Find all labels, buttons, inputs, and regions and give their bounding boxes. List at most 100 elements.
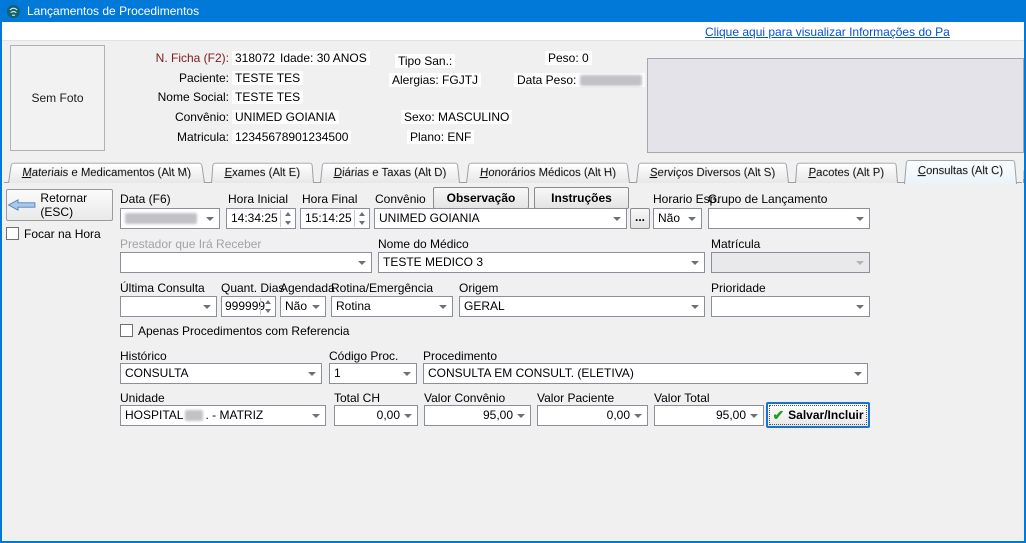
prestador-label: Prestador que Irá Receber [120, 237, 261, 251]
convenio-select[interactable]: UNIMED GOIANIA [374, 208, 627, 229]
observacao-button[interactable]: Observação [433, 187, 529, 209]
checkbox-box[interactable] [6, 227, 19, 240]
salvar-incluir-button[interactable]: ✔ Salvar/Incluir [766, 402, 870, 428]
procedimento-value: CONSULTA EM CONSULT. (ELETIVA) [428, 366, 634, 380]
observations-panel [647, 58, 1024, 153]
ultima-consulta-select[interactable] [120, 296, 217, 317]
chevron-down-icon [750, 414, 758, 418]
prioridade-select[interactable] [711, 296, 870, 317]
check-icon: ✔ [772, 408, 784, 422]
agendada-select[interactable]: Não [280, 296, 326, 317]
spinner-buttons[interactable] [354, 210, 368, 227]
patient-convenio-row: Convênio: UNIMED GOIANIA [102, 110, 339, 124]
instrucoes-button[interactable]: Instruções [534, 187, 629, 209]
spinner-buttons[interactable] [260, 298, 274, 315]
patient-social-row: Nome Social: TESTE TES [102, 90, 303, 104]
tab-materiais-medicamentos[interactable]: Materiais e Medicamentos (Alt M) [8, 163, 205, 183]
spinner-down-icon[interactable] [285, 221, 291, 225]
peso-label: Peso: [548, 51, 579, 65]
patient-alergias: Alergias: FGJTJ [389, 73, 481, 87]
apenas-referencia-checkbox[interactable]: Apenas Procedimentos com Referencia [120, 324, 349, 338]
nome-social-label: Nome Social: [102, 90, 232, 104]
valor-convenio-field[interactable]: 95,00 [424, 405, 531, 426]
rotina-emergencia-select[interactable]: Rotina [331, 296, 453, 317]
unidade-value-suffix: . - MATRIZ [205, 408, 263, 422]
retornar-button[interactable]: Retornar (ESC) [6, 189, 113, 221]
retornar-label: Retornar (ESC) [40, 191, 112, 219]
grupo-lancamento-select[interactable] [708, 208, 870, 229]
valor-total-field[interactable]: 95,00 [654, 405, 764, 426]
patient-panel: Sem Foto N. Ficha (F2): 318072 Paciente:… [2, 41, 1024, 157]
patient-info-link[interactable]: Clique aqui para visualizar Informações … [705, 25, 950, 39]
hora-inicial-spinner[interactable]: 14:34:25 [226, 208, 296, 229]
patient-matricula-row: Matricula: 12345678901234500 [102, 130, 351, 144]
historico-label: Histórico [120, 349, 167, 363]
quant-dias-label: Quant. Dias [221, 281, 284, 295]
idade-label: Idade: [280, 51, 313, 65]
patient-name-row: Paciente: TESTE TES [102, 71, 303, 85]
chevron-down-icon [854, 372, 862, 376]
patient-data-peso: Data Peso: [514, 73, 645, 87]
valor-paciente-field[interactable]: 0,00 [537, 405, 648, 426]
chevron-down-icon [439, 305, 447, 309]
spinner-down-icon[interactable] [265, 309, 271, 313]
procedimento-select[interactable]: CONSULTA EM CONSULT. (ELETIVA) [423, 363, 868, 384]
photo-placeholder-label: Sem Foto [31, 91, 83, 105]
data-peso-label: Data Peso: [517, 73, 576, 87]
tab-pacotes[interactable]: Pacotes (Alt P) [795, 163, 898, 183]
redacted-value [580, 75, 642, 86]
focar-na-hora-checkbox[interactable]: Focar na Hora [6, 227, 101, 241]
chevron-down-icon [358, 261, 366, 265]
sexo-value: MASCULINO [438, 110, 509, 124]
matricula-form-label: Matrícula [711, 237, 760, 251]
checkbox-box[interactable] [120, 324, 133, 337]
spinner-up-icon[interactable] [265, 300, 271, 304]
codigo-proc-select[interactable]: 1 [329, 363, 417, 384]
patient-ficha-row: N. Ficha (F2): 318072 [102, 51, 278, 65]
agendada-label: Agendada [280, 281, 335, 295]
origem-select[interactable]: GERAL [459, 296, 705, 317]
historico-select[interactable]: CONSULTA [120, 363, 322, 384]
spinner-buttons[interactable] [280, 210, 294, 227]
codigo-proc-value: 1 [334, 366, 341, 380]
horario-esp-select[interactable]: Não [653, 208, 702, 229]
patient-plano: Plano: ENF [407, 130, 474, 144]
tab-exames[interactable]: Exames (Alt E) [211, 163, 314, 183]
patient-peso: Peso: 0 [545, 51, 592, 65]
valor-paciente-label: Valor Paciente [537, 391, 614, 405]
valor-paciente-value: 0,00 [607, 408, 630, 422]
convenio-form-label: Convênio [375, 192, 426, 206]
tab-servicos-diversos[interactable]: Serviços Diversos (Alt S) [636, 163, 789, 183]
app-icon [6, 4, 21, 19]
convenio-label: Convênio: [102, 110, 232, 124]
paciente-label: Paciente: [102, 71, 232, 85]
codigo-proc-label: Código Proc. [329, 349, 398, 363]
paciente-value: TESTE TES [232, 71, 303, 85]
prestador-select[interactable] [120, 252, 372, 273]
convenio-more-button[interactable]: ... [630, 208, 650, 229]
total-ch-field[interactable]: 0,00 [334, 405, 418, 426]
data-f6-select[interactable] [120, 208, 220, 229]
hora-final-spinner[interactable]: 15:14:25 [300, 208, 370, 229]
nome-medico-value: TESTE MEDICO 3 [383, 255, 483, 269]
horario-esp-value: Não [658, 211, 680, 225]
spinner-up-icon[interactable] [359, 212, 365, 216]
quant-dias-spinner[interactable]: 999999 [221, 296, 276, 317]
unidade-select[interactable]: HOSPITAL . - MATRIZ [120, 405, 326, 426]
tab-consultas[interactable]: Consultas (Alt C) [904, 160, 1017, 184]
tab-diarias-taxas[interactable]: Diárias e Taxas (Alt D) [320, 163, 460, 183]
back-arrow-icon [7, 197, 36, 213]
grupo-lancamento-label: Grupo de Lançamento [708, 192, 827, 206]
chevron-down-icon [404, 414, 412, 418]
tab-honorarios-medicos[interactable]: Honorários Médicos (Alt H) [466, 163, 630, 183]
patient-sexo: Sexo: MASCULINO [401, 110, 512, 124]
alergias-label: Alergias: [392, 73, 439, 87]
ultima-consulta-label: Última Consulta [120, 281, 205, 295]
chevron-down-icon [856, 217, 864, 221]
matricula-label: Matricula: [102, 130, 232, 144]
redacted-value [185, 410, 203, 421]
spinner-down-icon[interactable] [359, 221, 365, 225]
spinner-up-icon[interactable] [285, 212, 291, 216]
unidade-value-prefix: HOSPITAL [125, 408, 183, 422]
nome-medico-select[interactable]: TESTE MEDICO 3 [378, 252, 705, 273]
